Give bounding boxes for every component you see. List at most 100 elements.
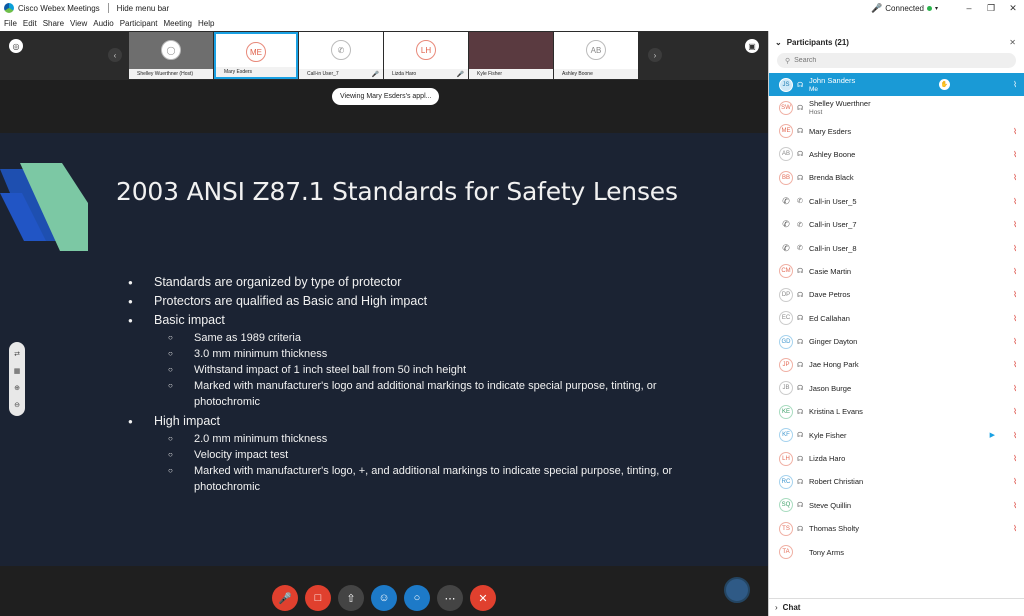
mic-muted-icon[interactable]: ⌇ [1013, 524, 1017, 533]
zoom-out-icon[interactable]: ⊖ [14, 401, 20, 409]
mic-muted-icon[interactable]: ⌇ [1013, 80, 1017, 89]
participant-search[interactable]: ⚲ [777, 53, 1016, 68]
participant-row[interactable]: ✆ ✆ Call-in User_7 ⌇ [769, 213, 1024, 236]
avatar: AB [779, 147, 793, 162]
avatar: KE [779, 404, 793, 419]
computer-audio-icon: ☊ [797, 408, 804, 416]
mic-muted-icon[interactable]: ⌇ [1013, 337, 1017, 346]
chat-button[interactable]: ○ [404, 585, 430, 611]
stop-video-button[interactable]: □ [305, 585, 331, 611]
menu-audio[interactable]: Audio [93, 19, 113, 28]
zoom-in-icon[interactable]: ⊕ [14, 384, 20, 392]
restore-button[interactable]: ❐ [980, 3, 1002, 14]
video-tile[interactable]: ✆ Call-in User_7 🎤 [299, 32, 383, 79]
participant-row[interactable]: EC ☊ Ed Callahan ⌇ [769, 307, 1024, 330]
menu-help[interactable]: Help [198, 19, 214, 28]
mic-muted-icon[interactable]: ⌇ [1013, 360, 1017, 369]
minimize-button[interactable]: – [958, 3, 980, 13]
mic-muted-icon[interactable]: ⌇ [1013, 477, 1017, 486]
menu-share[interactable]: Share [43, 19, 64, 28]
participant-row[interactable]: BB ☊ Brenda Black ⌇ [769, 166, 1024, 189]
mic-muted-icon[interactable]: ⌇ [1013, 267, 1017, 276]
phone-audio-icon: ✆ [797, 198, 803, 206]
participants-header[interactable]: ⌄ Participants (21) ✕ [769, 31, 1024, 53]
mic-muted-icon[interactable]: ⌇ [1013, 127, 1017, 136]
avatar: JP [779, 357, 793, 372]
mic-muted-icon[interactable]: ⌇ [1013, 314, 1017, 323]
close-panel-button[interactable]: ✕ [1009, 38, 1016, 47]
menu-edit[interactable]: Edit [23, 19, 37, 28]
mic-muted-icon[interactable]: ⌇ [1013, 197, 1017, 206]
search-input[interactable] [794, 57, 995, 64]
participant-row[interactable]: KE ☊ Kristina L Evans ⌇ [769, 400, 1024, 423]
fit-icon[interactable]: ⇄ [14, 350, 20, 358]
share-button[interactable]: ⇧ [338, 585, 364, 611]
computer-audio-icon: ☊ [797, 174, 804, 182]
avatar: CM [779, 264, 793, 279]
mic-muted-icon[interactable]: ⌇ [1013, 244, 1017, 253]
video-tile[interactable]: ◯ Shelley Wuerthner (Host) [129, 32, 213, 79]
computer-audio-icon: ☊ [797, 338, 804, 346]
video-tile[interactable]: Kyle Fisher [469, 32, 553, 79]
participant-row[interactable]: TA Tony Arms [769, 540, 1024, 563]
mute-button[interactable]: 🎤 [272, 585, 298, 611]
video-tile[interactable]: LH Lizda Haro 🎤 [384, 32, 468, 79]
participant-row[interactable]: SW ☊ Shelley Wuerthner Host [769, 96, 1024, 119]
speaker-icon: ◯ [161, 40, 181, 60]
filmstrip-next-button[interactable]: › [648, 48, 662, 62]
video-tile-selected[interactable]: ME Mary Esders [214, 32, 298, 79]
video-tile-label: Call-in User_7 🎤 [299, 69, 383, 79]
mic-muted-icon[interactable]: ⌇ [1013, 384, 1017, 393]
participant-row[interactable]: ✆ ✆ Call-in User_8 ⌇ [769, 236, 1024, 259]
participant-row[interactable]: KF ☊ Kyle Fisher ▶ ⌇ [769, 423, 1024, 446]
participant-row[interactable]: GD ☊ Ginger Dayton ⌇ [769, 330, 1024, 353]
filmstrip-prev-button[interactable]: ‹ [108, 48, 122, 62]
participant-row[interactable]: CM ☊ Casie Martin ⌇ [769, 260, 1024, 283]
mic-muted-icon[interactable]: ⌇ [1013, 150, 1017, 159]
viewing-share-indicator[interactable]: Viewing Mary Esders's appl... [332, 88, 440, 105]
sub-bullet: 2.0 mm minimum thickness [128, 431, 688, 447]
menu-file[interactable]: File [4, 19, 17, 28]
video-tile[interactable]: AB Ashley Boone [554, 32, 638, 79]
participant-row[interactable]: JS ☊ John Sanders Me ✋ ⌇ [769, 73, 1024, 96]
slide-title: 2003 ANSI Z87.1 Standards for Safety Len… [116, 177, 678, 206]
participant-row[interactable]: RC ☊ Robert Christian ⌇ [769, 470, 1024, 493]
leave-meeting-button[interactable]: ✕ [470, 585, 496, 611]
mic-muted-icon[interactable]: ⌇ [1013, 173, 1017, 182]
chat-section-header[interactable]: › Chat [769, 598, 1024, 616]
mic-muted-icon[interactable]: ⌇ [1013, 501, 1017, 510]
mic-muted-icon[interactable]: ⌇ [1013, 220, 1017, 229]
menu-meeting[interactable]: Meeting [164, 19, 192, 28]
computer-audio-icon: ☊ [797, 268, 804, 276]
avatar: GD [779, 334, 793, 349]
participant-name: Robert Christian [809, 477, 864, 487]
participant-row[interactable]: ME ☊ Mary Esders ⌇ [769, 119, 1024, 142]
participants-button[interactable]: ☺ [371, 585, 397, 611]
more-options-button[interactable]: ⋯ [437, 585, 463, 611]
participant-row[interactable]: JB ☊ Jason Burge ⌇ [769, 377, 1024, 400]
participant-row[interactable]: TS ☊ Thomas Sholty ⌇ [769, 517, 1024, 540]
close-window-button[interactable]: ✕ [1002, 3, 1024, 14]
participant-row[interactable]: DP ☊ Dave Petros ⌇ [769, 283, 1024, 306]
view-options-icon[interactable]: ▣ [745, 39, 759, 53]
participant-row[interactable]: ✆ ✆ Call-in User_5 ⌇ [769, 190, 1024, 213]
raise-hand-icon[interactable]: ✋ [939, 79, 950, 90]
bullet: Standards are organized by type of prote… [128, 273, 688, 292]
mic-muted-icon[interactable]: ⌇ [1013, 454, 1017, 463]
participant-row[interactable]: SQ ☊ Steve Quillin ⌇ [769, 494, 1024, 517]
mic-muted-icon[interactable]: ⌇ [1013, 290, 1017, 299]
hide-menu-bar-button[interactable]: Hide menu bar [117, 4, 169, 13]
layout-icon[interactable]: ◎ [9, 39, 23, 53]
menu-participant[interactable]: Participant [120, 19, 158, 28]
participant-row[interactable]: LH ☊ Lizda Haro ⌇ [769, 447, 1024, 470]
actual-size-icon[interactable]: ▦ [14, 367, 21, 375]
mic-muted-icon[interactable]: ⌇ [1013, 407, 1017, 416]
menu-view[interactable]: View [70, 19, 87, 28]
mic-muted-icon[interactable]: ⌇ [1013, 431, 1017, 440]
participant-row[interactable]: AB ☊ Ashley Boone ⌇ [769, 143, 1024, 166]
connection-status[interactable]: 🎤 Connected ▾ [871, 3, 938, 14]
participant-row[interactable]: JP ☊ Jae Hong Park ⌇ [769, 353, 1024, 376]
avatar: ME [779, 124, 793, 139]
avatar: EC [779, 311, 793, 326]
computer-audio-icon: ☊ [797, 455, 804, 463]
